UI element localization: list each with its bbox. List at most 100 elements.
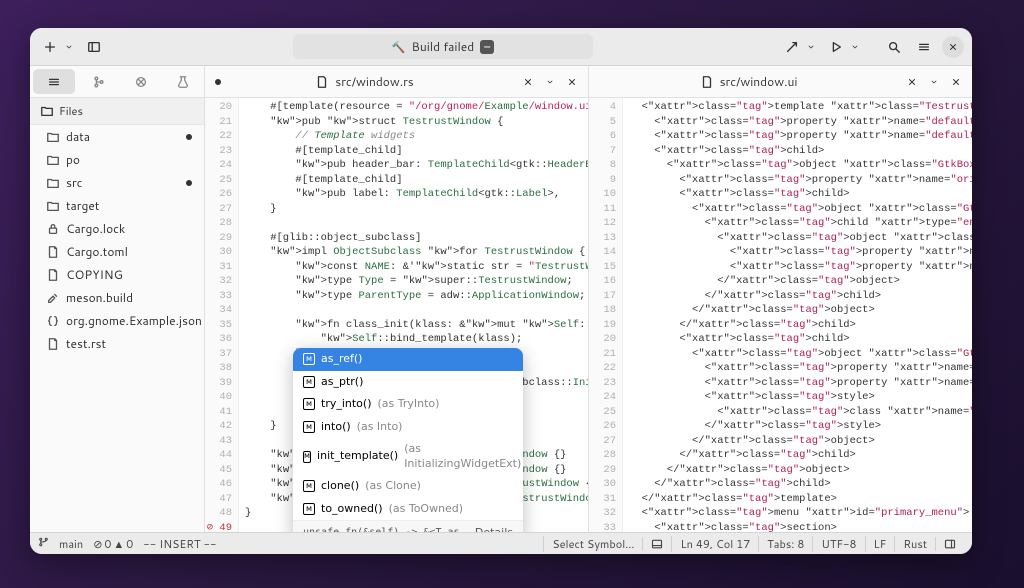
symbol-selector[interactable]: Select Symbol…	[543, 536, 642, 552]
completion-item[interactable]: м into() (as Into)	[293, 416, 523, 439]
tab-label: src/window.ui	[720, 73, 798, 90]
vim-mode: -- INSERT --	[143, 536, 216, 552]
run-dropdown[interactable]	[848, 35, 862, 59]
pane-close-button[interactable]	[562, 72, 582, 92]
file-tree-item[interactable]: po	[30, 148, 204, 171]
file-tree-item[interactable]: src	[30, 171, 204, 194]
diagnostics[interactable]: ⊘0 ▲0	[93, 536, 133, 552]
sidebar-tab-vcs[interactable]	[78, 66, 120, 97]
language[interactable]: Rust	[894, 536, 935, 552]
pane-close-button[interactable]	[946, 72, 966, 92]
sidebar-right-toggle[interactable]	[935, 537, 964, 551]
sidebar-tab-files[interactable]	[33, 69, 75, 94]
method-icon: м	[303, 503, 315, 515]
folder-icon	[46, 176, 60, 190]
cursor-position[interactable]: Ln 49, Col 17	[671, 536, 758, 552]
completion-hint: (as InitializingWidgetExt)	[404, 442, 521, 471]
folder-icon	[46, 199, 60, 213]
build-dropdown[interactable]	[804, 35, 818, 59]
file-label: target	[66, 197, 99, 214]
file-icon	[46, 245, 60, 259]
line-ending[interactable]: LF	[865, 536, 895, 552]
statusbar: main ⊘0 ▲0 -- INSERT -- Select Symbol… L…	[30, 532, 972, 554]
tab-window-rs[interactable]: src/window.rs	[211, 73, 518, 90]
completion-popup: мas_ref() мas_ptr() мtry_into() (as TryI…	[293, 348, 523, 532]
file-tree-item[interactable]: Cargo.lock	[30, 217, 204, 240]
build-icon	[46, 291, 60, 305]
completion-item[interactable]: мto_owned() (as ToOwned)	[293, 498, 523, 521]
sidebar-header: Files	[30, 98, 204, 125]
lock-icon	[46, 222, 60, 236]
completion-label: init_template()	[317, 449, 398, 464]
completion-item[interactable]: мas_ref()	[293, 348, 523, 371]
completion-hint: (as Clone)	[365, 479, 421, 494]
method-icon: м	[303, 421, 315, 433]
file-label: COPYING	[66, 266, 123, 283]
indent-setting[interactable]: Tabs: 8	[758, 536, 812, 552]
folder-icon	[46, 153, 60, 167]
completion-details-button[interactable]: Details	[475, 526, 513, 532]
completion-hint: (as Into)	[357, 420, 403, 435]
code-editor-right[interactable]: 4567891011121314151617181920212223242526…	[589, 98, 972, 532]
tab-window-ui[interactable]: src/window.ui	[595, 73, 902, 90]
sidebar-tabs	[30, 66, 204, 98]
completion-item[interactable]: мas_ptr()	[293, 371, 523, 394]
completion-label: try_into()	[321, 397, 372, 412]
panel-toggle[interactable]	[642, 537, 671, 551]
editor-pane-right: src/window.ui 45678910111213141516171819…	[589, 66, 972, 532]
new-dropdown[interactable]	[62, 35, 76, 59]
file-label: org.gnome.Example.json	[66, 312, 202, 329]
method-icon: м	[303, 376, 315, 388]
encoding[interactable]: UTF-8	[812, 536, 864, 552]
file-label: po	[66, 151, 80, 168]
file-tree-item[interactable]: target	[30, 194, 204, 217]
menu-button[interactable]	[912, 35, 936, 59]
folder-icon	[46, 130, 60, 144]
file-tree-item[interactable]: test.rst	[30, 332, 204, 355]
folder-icon	[40, 104, 54, 118]
tab-close-button[interactable]	[902, 72, 922, 92]
completion-item[interactable]: м init_template() (as InitializingWidgetE…	[293, 438, 523, 475]
file-label: meson.build	[66, 289, 133, 306]
completion-item[interactable]: мclone() (as Clone)	[293, 475, 523, 498]
completion-label: as_ref()	[321, 352, 362, 367]
editor-pane-left: src/window.rs 20212223242526272829303132…	[205, 66, 589, 532]
tab-modified-dot	[215, 79, 221, 85]
file-tree-item[interactable]: meson.build	[30, 286, 204, 309]
modified-dot	[186, 134, 192, 140]
file-tree[interactable]: data po src target Cargo.lockCargo.toml COPYI…	[30, 125, 204, 532]
file-label: data	[66, 128, 90, 145]
build-status-bar[interactable]: 🔨 Build failed –	[293, 34, 593, 59]
file-tree-item[interactable]: Cargo.toml	[30, 240, 204, 263]
sidebar-tab-debug[interactable]	[120, 66, 162, 97]
search-button[interactable]	[882, 35, 906, 59]
new-button[interactable]	[38, 35, 62, 59]
branch-name[interactable]: main	[59, 536, 83, 552]
method-icon: м	[303, 451, 311, 463]
file-icon	[700, 75, 714, 89]
completion-item[interactable]: мtry_into() (as TryInto)	[293, 393, 523, 416]
file-tree-item[interactable]: data	[30, 125, 204, 148]
branch-icon	[38, 535, 49, 553]
method-icon: м	[303, 398, 315, 410]
file-tree-item[interactable]: COPYING	[30, 263, 204, 286]
tab-menu-button[interactable]	[924, 72, 944, 92]
tab-label: src/window.rs	[335, 73, 414, 90]
file-tree-item[interactable]: org.gnome.Example.json	[30, 309, 204, 332]
run-button[interactable]	[824, 35, 848, 59]
completion-label: into()	[321, 420, 351, 435]
hammer-icon: 🔨	[392, 39, 406, 55]
warning-icon: ▲	[113, 536, 124, 552]
code-editor-left[interactable]: 2021222324252627282930313233343536373839…	[205, 98, 588, 532]
build-fail-icon: –	[480, 40, 494, 54]
ide-window: 🔨 Build failed –	[30, 28, 972, 554]
file-icon	[46, 337, 60, 351]
build-button[interactable]	[780, 35, 804, 59]
sidebar-tab-tests[interactable]	[162, 66, 204, 97]
tab-menu-button[interactable]	[540, 72, 560, 92]
tab-close-button[interactable]	[518, 72, 538, 92]
panel-toggle-button[interactable]	[82, 35, 106, 59]
error-icon: ⊘	[93, 536, 102, 552]
file-label: src	[66, 174, 83, 191]
window-close-button[interactable]	[942, 36, 964, 58]
